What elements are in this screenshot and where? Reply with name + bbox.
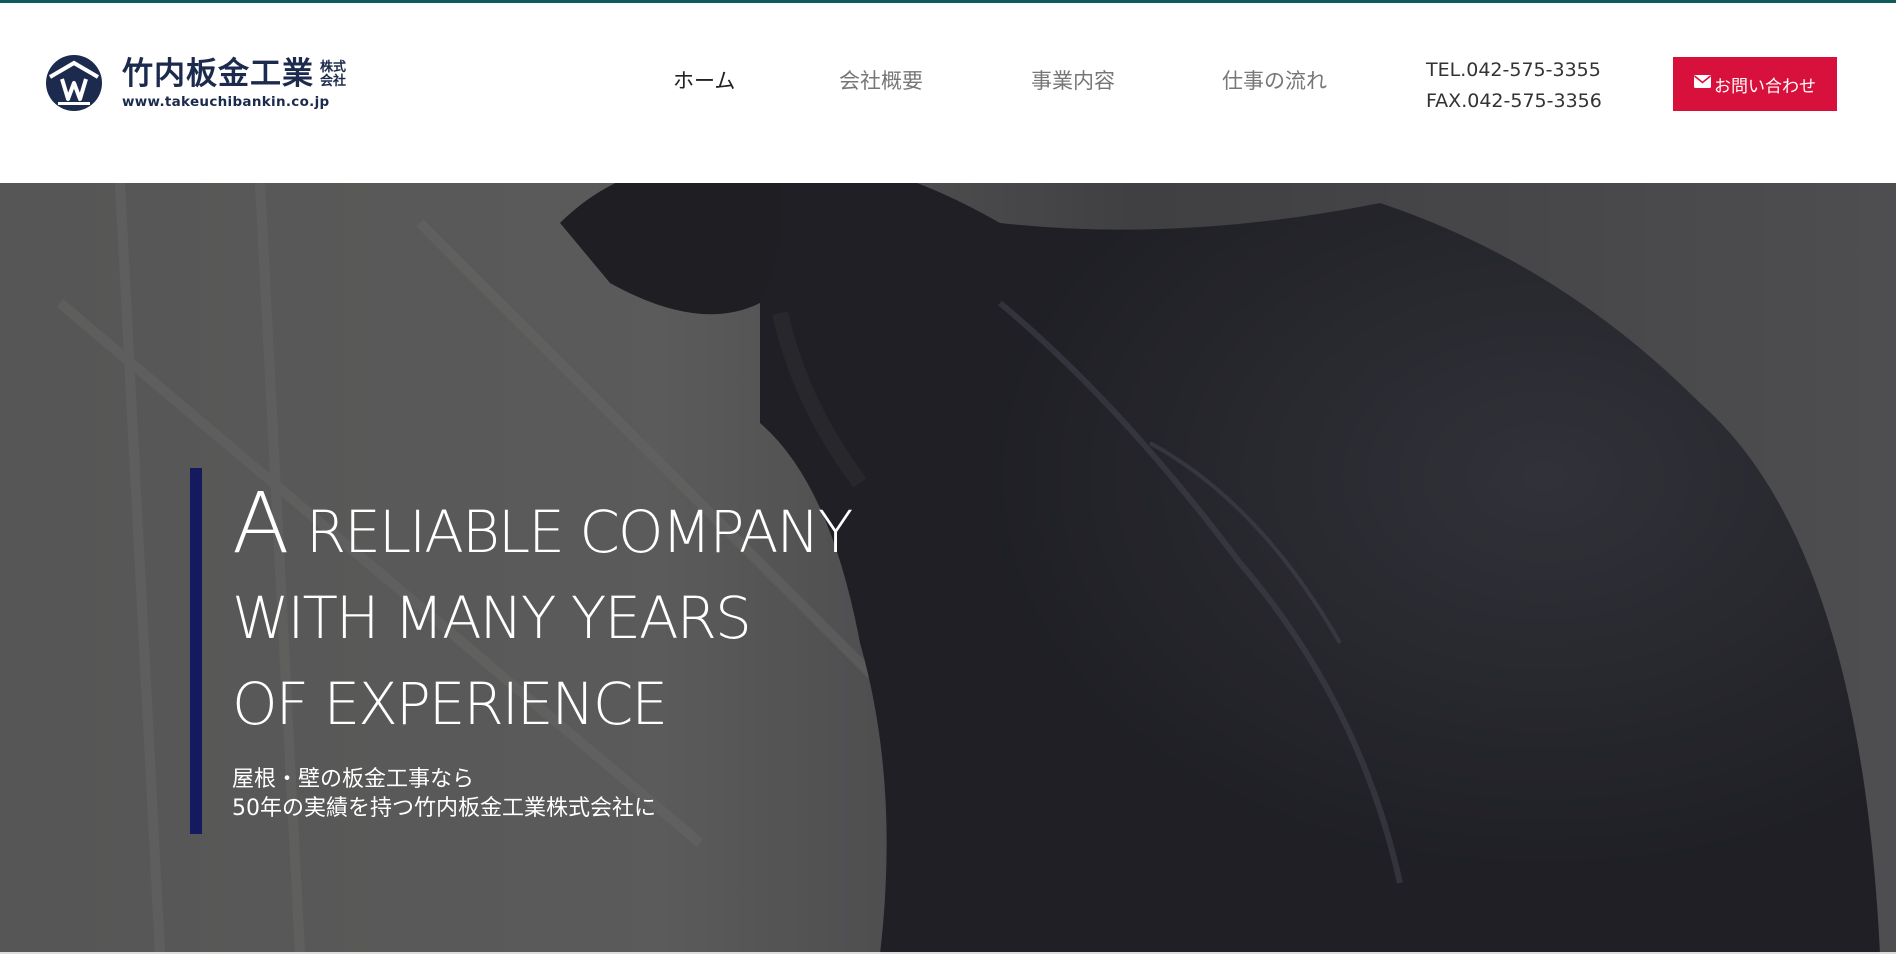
inquiry-button[interactable]: お問い合わせ [1673,57,1837,111]
hero-headline-line-1-rest: RELIABLE COMPANY [289,498,853,566]
hero-subtext-line-1: 屋根・壁の板金工事なら [232,767,475,792]
logo-suffix-bottom: 会社 [320,74,347,89]
site-logo[interactable]: 竹内板金工業 株式 会社 www.takeuchibankin.co.jp [44,51,364,115]
logo-company-name: 竹内板金工業 [122,56,314,92]
logo-suffix-top: 株式 [320,60,347,75]
inquiry-button-label: お問い合わせ [1714,76,1816,97]
site-header: 竹内板金工業 株式 会社 www.takeuchibankin.co.jp ホー… [0,3,1896,183]
nav-item-workflow[interactable]: 仕事の流れ [1222,63,1327,99]
hero-headline: A RELIABLE COMPANY WITH MANY YEARS OF EX… [232,480,1232,747]
fax-number: FAX.042-575-3356 [1426,90,1602,112]
nav-item-business[interactable]: 事業内容 [1031,63,1115,99]
mail-icon [1694,74,1711,88]
hero-section: A RELIABLE COMPANY WITH MANY YEARS OF EX… [0,183,1896,954]
logo-url: www.takeuchibankin.co.jp [122,94,330,110]
company-crest-icon [46,55,102,111]
hero-subtext: 屋根・壁の板金工事なら 50年の実績を持つ竹内板金工業株式会社に [232,765,656,823]
hero-accent-bar [190,468,202,834]
nav-item-home[interactable]: ホーム [673,63,735,99]
hero-subtext-line-2: 50年の実績を持つ竹内板金工業株式会社に [232,796,656,821]
hero-headline-line-2: WITH MANY YEARS [232,584,752,652]
logo-company-suffix: 株式 会社 [320,61,346,89]
tel-number: TEL.042-575-3355 [1426,59,1601,81]
logo-text: 竹内板金工業 株式 会社 www.takeuchibankin.co.jp [122,56,346,110]
hero-headline-line-3: OF EXPERIENCE [232,670,668,738]
hero-headline-first-letter: A [232,474,290,572]
hero-headline-line-1: A RELIABLE COMPANY [232,480,1232,575]
contact-info: TEL.042-575-3355 FAX.042-575-3356 [1426,55,1602,117]
nav-item-company-overview[interactable]: 会社概要 [839,63,923,99]
